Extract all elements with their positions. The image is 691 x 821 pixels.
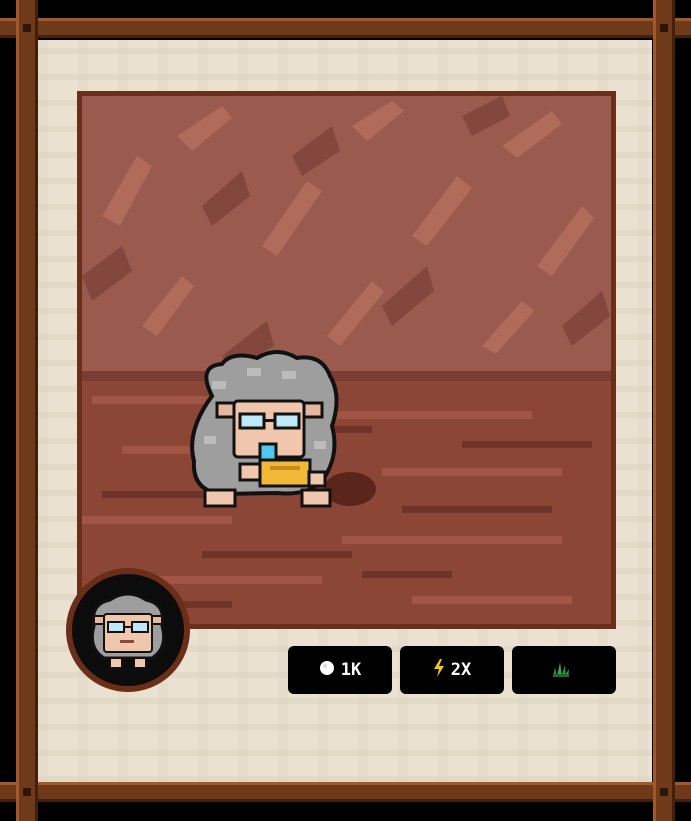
boost-multiplier[interactable]: 2X [400,646,504,694]
food-slot[interactable] [512,646,616,694]
frame-left-post [16,0,38,821]
avatar-sheep-portrait [90,592,166,669]
frame-nail [23,788,31,796]
frame-bottom-beam [0,782,691,802]
lightning-icon [433,658,445,682]
coin-icon [319,660,335,681]
frame-top-beam [0,18,691,38]
sheep-character [190,350,339,508]
frame-nail [660,788,668,796]
cave-scene-art [82,96,611,624]
frame-nail [660,24,668,32]
wall-base-shadow [82,371,611,381]
grass-icon [551,659,571,682]
character-shadow [324,472,376,506]
frame-nail [23,24,31,32]
boost-value: 2X [450,660,472,680]
coins-counter[interactable]: 1K [288,646,392,694]
character-avatar[interactable] [66,568,190,692]
game-scene[interactable] [77,91,616,629]
frame-right-post [653,0,675,821]
coins-value: 1K [340,660,362,680]
